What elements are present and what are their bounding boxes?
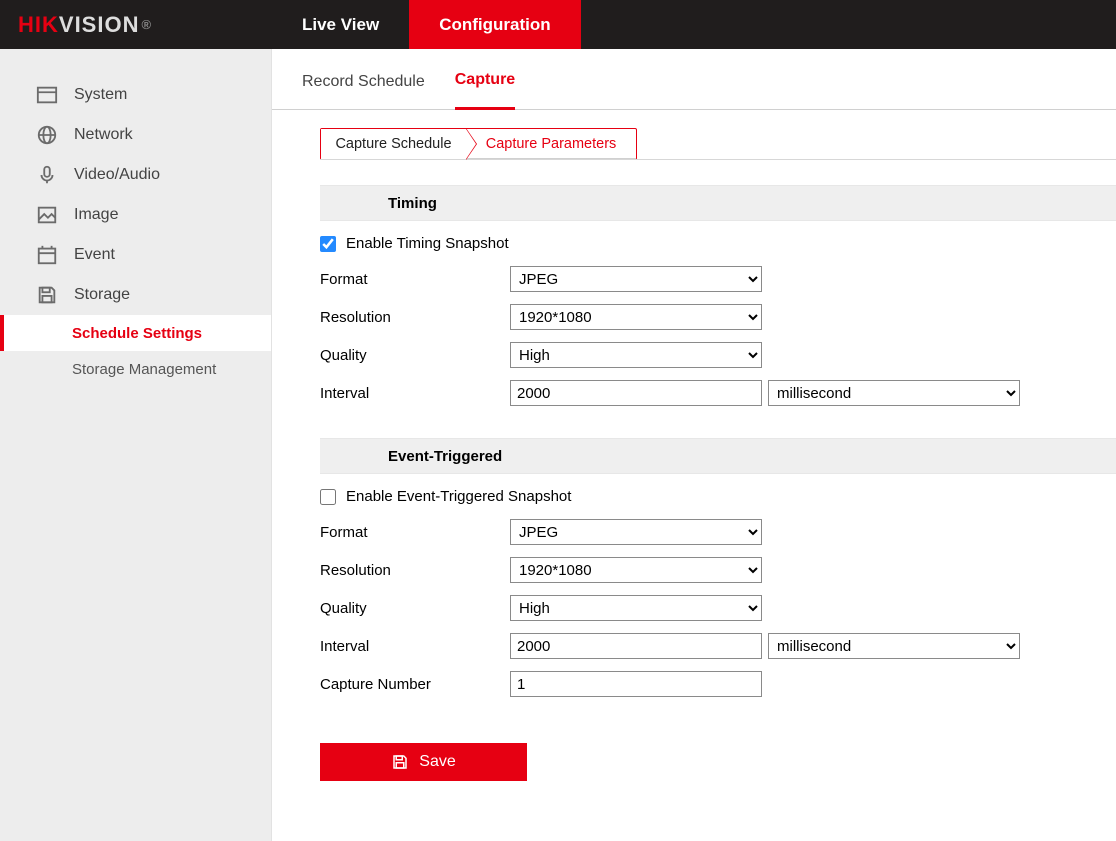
label-event-quality: Quality: [320, 600, 510, 617]
brand-part2: VISION: [59, 12, 140, 38]
image-icon: [36, 204, 58, 226]
brand-reg: ®: [141, 17, 152, 32]
window-icon: [36, 84, 58, 106]
label-event-resolution: Resolution: [320, 562, 510, 579]
sidebar-label: Image: [74, 206, 118, 224]
globe-icon: [36, 124, 58, 146]
brand-part1: HIK: [18, 12, 59, 38]
content-area: Record Schedule Capture Capture Schedule…: [272, 49, 1116, 841]
save-button-label: Save: [419, 753, 455, 771]
input-event-interval[interactable]: [510, 633, 762, 659]
calendar-icon: [36, 244, 58, 266]
sidebar-item-system[interactable]: System: [0, 75, 271, 115]
top-tab-configuration[interactable]: Configuration: [409, 0, 580, 49]
top-header: HIKVISION® Live View Configuration: [0, 0, 1116, 49]
select-event-interval-unit[interactable]: millisecond: [768, 633, 1020, 659]
top-tab-live-view[interactable]: Live View: [272, 0, 409, 49]
sidebar-item-video[interactable]: Video/Audio: [0, 155, 271, 195]
label-enable-timing-snapshot: Enable Timing Snapshot: [346, 235, 509, 252]
select-timing-interval-unit[interactable]: millisecond: [768, 380, 1020, 406]
sidebar-label: System: [74, 86, 127, 104]
sidebar-label: Event: [74, 246, 115, 264]
checkbox-enable-event-triggered-snapshot[interactable]: [320, 489, 336, 505]
select-timing-quality[interactable]: High: [510, 342, 762, 368]
section-header-timing: Timing: [320, 185, 1116, 221]
section-header-event-triggered: Event-Triggered: [320, 438, 1116, 474]
select-event-format[interactable]: JPEG: [510, 519, 762, 545]
sidebar-item-network[interactable]: Network: [0, 115, 271, 155]
tab-record-schedule[interactable]: Record Schedule: [302, 73, 425, 109]
sidebar: System Network Video/Audio Image Event S…: [0, 49, 272, 841]
save-icon: [36, 284, 58, 306]
sidebar-item-image[interactable]: Image: [0, 195, 271, 235]
select-event-quality[interactable]: High: [510, 595, 762, 621]
checkbox-enable-timing-snapshot[interactable]: [320, 236, 336, 252]
sidebar-label: Video/Audio: [74, 166, 160, 184]
label-timing-quality: Quality: [320, 347, 510, 364]
select-timing-resolution[interactable]: 1920*1080: [510, 304, 762, 330]
select-timing-format[interactable]: JPEG: [510, 266, 762, 292]
inner-tab-row: Record Schedule Capture: [272, 71, 1116, 110]
label-timing-interval: Interval: [320, 385, 510, 402]
label-timing-resolution: Resolution: [320, 309, 510, 326]
input-event-capture-number[interactable]: [510, 671, 762, 697]
subtab-capture-schedule[interactable]: Capture Schedule: [321, 129, 466, 159]
input-timing-interval[interactable]: [510, 380, 762, 406]
sidebar-label: Network: [74, 126, 133, 144]
save-button[interactable]: Save: [320, 743, 527, 781]
subtab-capture-parameters[interactable]: Capture Parameters: [466, 129, 636, 159]
sidebar-sub-schedule-settings[interactable]: Schedule Settings: [0, 315, 271, 351]
save-icon: [391, 753, 409, 771]
tab-capture[interactable]: Capture: [455, 71, 515, 110]
capture-subtabs: Capture Schedule Capture Parameters: [320, 128, 637, 160]
label-event-interval: Interval: [320, 638, 510, 655]
mic-icon: [36, 164, 58, 186]
label-event-format: Format: [320, 524, 510, 541]
select-event-resolution[interactable]: 1920*1080: [510, 557, 762, 583]
label-enable-event-triggered-snapshot: Enable Event-Triggered Snapshot: [346, 488, 571, 505]
sidebar-label: Storage: [74, 286, 130, 304]
sidebar-item-event[interactable]: Event: [0, 235, 271, 275]
label-event-capture-number: Capture Number: [320, 676, 510, 693]
brand-logo: HIKVISION®: [0, 0, 272, 49]
label-timing-format: Format: [320, 271, 510, 288]
sidebar-item-storage[interactable]: Storage: [0, 275, 271, 315]
sidebar-sub-storage-management[interactable]: Storage Management: [0, 351, 271, 387]
